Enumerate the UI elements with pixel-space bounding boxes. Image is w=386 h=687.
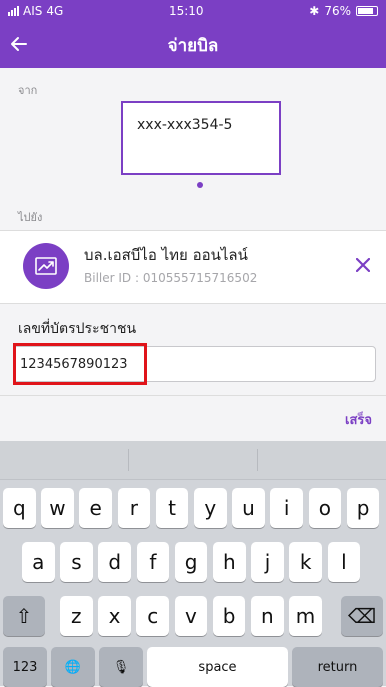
key-r[interactable]: r — [117, 488, 151, 528]
arrow-left-icon — [11, 37, 27, 51]
globe-key[interactable]: 🌐 — [51, 647, 95, 687]
remove-biller-button[interactable] — [355, 255, 371, 275]
page-indicator-dot — [197, 182, 203, 188]
key-g[interactable]: g — [174, 542, 208, 582]
bluetooth-icon: ✱ — [309, 4, 320, 18]
key-q[interactable]: q — [3, 488, 36, 528]
back-button[interactable] — [10, 30, 28, 61]
suggestion-bar — [0, 441, 386, 480]
key-x[interactable]: x — [98, 596, 131, 636]
biller-id: Biller ID : 010555715716502 — [84, 271, 258, 285]
delete-key[interactable]: ⌫ — [341, 596, 383, 636]
status-left: AIS 4G — [8, 4, 63, 18]
key-m[interactable]: m — [289, 596, 322, 636]
key-y[interactable]: y — [194, 488, 227, 528]
id-card-input[interactable] — [13, 346, 376, 382]
done-button[interactable]: เสร็จ — [345, 409, 372, 430]
key-i[interactable]: i — [270, 488, 303, 528]
status-right: ✱ 76% — [309, 4, 378, 18]
battery-percent: 76% — [324, 4, 351, 18]
suggestion-divider — [257, 449, 258, 471]
keyboard-accessory-bar: เสร็จ — [0, 395, 386, 441]
key-o[interactable]: o — [308, 488, 342, 528]
key-h[interactable]: h — [213, 542, 246, 582]
key-z[interactable]: z — [60, 596, 93, 636]
trending-up-icon — [35, 257, 57, 275]
carrier-name: AIS — [23, 4, 43, 18]
key-t[interactable]: t — [155, 488, 189, 528]
key-a[interactable]: a — [22, 542, 55, 582]
key-w[interactable]: w — [41, 488, 74, 528]
status-bar: AIS 4G 15:10 ✱ 76% — [0, 0, 386, 22]
key-v[interactable]: v — [174, 596, 208, 636]
return-key[interactable]: return — [292, 647, 383, 687]
keyboard: q w e r t y u i o p a s d f g h j k l ⇧ z x c v b n m ⌫ 123 🌐 🎙 space re… — [0, 441, 386, 687]
biller-name: บล.เอสบีไอ ไทย ออนไลน์ — [84, 246, 248, 264]
space-key[interactable]: space — [147, 647, 288, 687]
biller-avatar — [23, 243, 69, 289]
account-number: xxx-xxx354-5 — [137, 117, 233, 133]
numbers-key[interactable]: 123 — [3, 647, 47, 687]
microphone-key[interactable]: 🎙 — [99, 647, 143, 687]
nav-bar: จ่ายบิล — [0, 22, 386, 68]
status-time: 15:10 — [168, 4, 204, 18]
key-s[interactable]: s — [60, 542, 93, 582]
key-j[interactable]: j — [251, 542, 284, 582]
key-u[interactable]: u — [232, 488, 265, 528]
key-d[interactable]: d — [98, 542, 131, 582]
close-icon — [355, 257, 371, 273]
key-n[interactable]: n — [251, 596, 284, 636]
network-type: 4G — [46, 4, 64, 18]
key-p[interactable]: p — [346, 488, 380, 528]
signal-icon — [8, 6, 19, 16]
key-k[interactable]: k — [289, 542, 322, 582]
shift-key[interactable]: ⇧ — [3, 596, 45, 636]
key-f[interactable]: f — [136, 542, 170, 582]
key-l[interactable]: l — [327, 542, 361, 582]
suggestion-divider — [128, 449, 129, 471]
page-title: จ่ายบิล — [167, 35, 219, 56]
key-e[interactable]: e — [79, 488, 112, 528]
account-card[interactable]: xxx-xxx354-5 — [121, 101, 281, 175]
key-b[interactable]: b — [212, 596, 246, 636]
to-label: ไปยัง — [18, 211, 43, 224]
biller-card: บล.เอสบีไอ ไทย ออนไลน์ Biller ID : 01055… — [0, 230, 386, 304]
id-card-label: เลขที่บัตรประชาชน — [18, 321, 137, 337]
key-c[interactable]: c — [136, 596, 169, 636]
from-label: จาก — [18, 84, 38, 97]
battery-icon — [355, 6, 378, 16]
